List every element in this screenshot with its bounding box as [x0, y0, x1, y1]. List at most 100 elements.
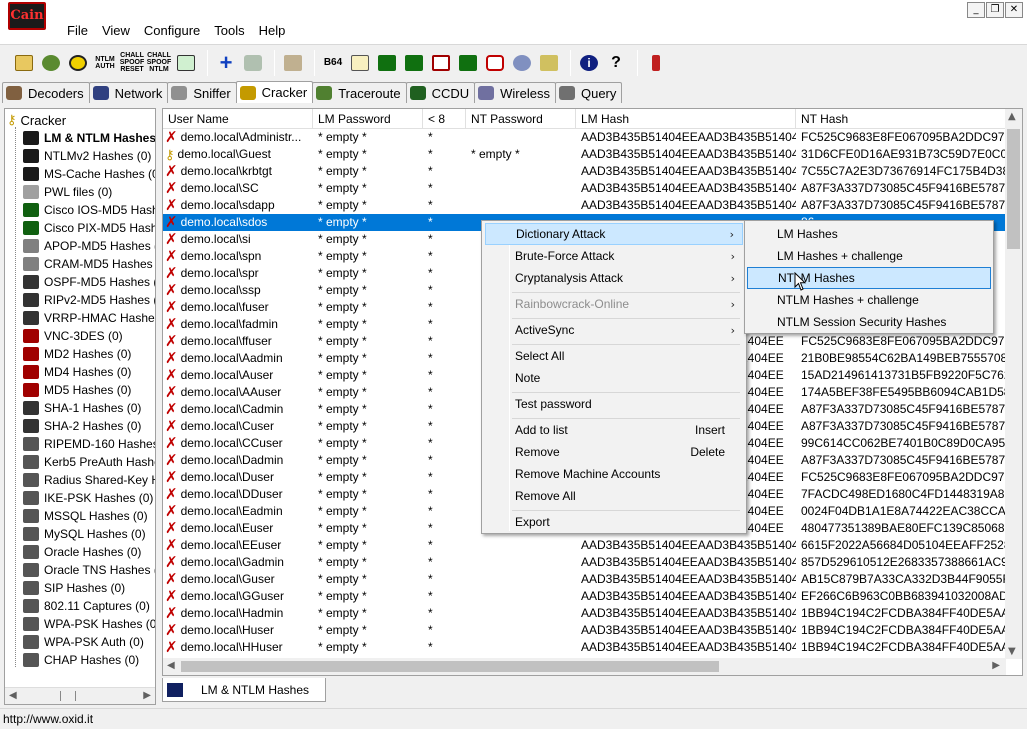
menu-item-test-password[interactable]: Test password — [485, 393, 743, 415]
tree-item[interactable]: WPA-PSK Hashes (0) — [23, 615, 155, 633]
tree-item[interactable]: VRRP-HMAC Hashes — [23, 309, 155, 327]
scroll-right-icon[interactable]: ▶ — [143, 690, 151, 701]
ntlm-auth-icon[interactable]: NTLM AUTH — [93, 51, 117, 75]
tree-item[interactable]: 802.11 Captures (0) — [23, 597, 150, 615]
column-header[interactable]: NT Hash — [796, 109, 1006, 128]
tree-item[interactable]: OSPF-MD5 Hashes (0 — [23, 273, 155, 291]
submenu-item-ntlm-session-security-hashes[interactable]: NTLM Session Security Hashes — [747, 311, 991, 333]
tree-item[interactable]: RIPEMD-160 Hashes — [23, 435, 155, 453]
tree-item[interactable]: RIPv2-MD5 Hashes (0 — [23, 291, 155, 309]
tree-item[interactable]: SHA-2 Hashes (0) — [23, 417, 141, 435]
chall-spoof-reset-icon[interactable]: CHALL SPOOF RESET — [120, 51, 145, 75]
tree-item[interactable]: MS-Cache Hashes (0 — [23, 165, 155, 183]
document-tab[interactable]: LM & NTLM Hashes — [162, 678, 326, 702]
menu-item-remove-all[interactable]: Remove All — [485, 485, 743, 507]
table-row[interactable]: ✗ demo.local\Gadmin * empty * * AAD3B435B514… — [163, 554, 1006, 571]
table-row[interactable]: ✗ demo.local\Hadmin * empty * * AAD3B435B514… — [163, 605, 1006, 622]
column-header[interactable]: LM Password — [313, 109, 423, 128]
tree-item[interactable]: Oracle TNS Hashes (( — [23, 561, 155, 579]
edit-icon[interactable] — [348, 51, 372, 75]
submenu-item-lm-hashes[interactable]: LM Hashes — [747, 223, 991, 245]
exit-icon[interactable] — [644, 51, 668, 75]
scroll-thumb[interactable] — [60, 691, 76, 701]
tab-ccdu[interactable]: CCDU — [405, 82, 476, 103]
column-header[interactable]: LM Hash — [576, 109, 796, 128]
tree-item[interactable]: CHAP Hashes (0) — [23, 651, 139, 669]
tree-horizontal-scrollbar[interactable]: ◀ ▶ — [5, 687, 155, 704]
rainbow-icon[interactable] — [456, 51, 480, 75]
horizontal-scrollbar[interactable]: ◀ ▶ — [163, 658, 1006, 675]
table-row[interactable]: ✗ demo.local\SC * empty * * AAD3B435B51404EE… — [163, 180, 1006, 197]
column-header[interactable]: < 8 — [423, 109, 466, 128]
scroll-down-icon[interactable]: ▼ — [1008, 646, 1016, 657]
tab-decoders[interactable]: Decoders — [2, 82, 90, 103]
menu-item-note[interactable]: Note — [485, 367, 743, 389]
tree-item[interactable]: VNC-3DES (0) — [23, 327, 123, 345]
menu-tools[interactable]: Tools — [207, 22, 251, 40]
tab-query[interactable]: Query — [554, 82, 623, 103]
menu-item-add-to-list[interactable]: Add to list Insert — [485, 419, 743, 441]
table-row[interactable]: ✗ demo.local\Administr... * empty * * AAD3B4… — [163, 129, 1006, 146]
tab-network[interactable]: Network — [88, 82, 169, 103]
table-row[interactable]: ✗ demo.local\EEuser * empty * * AAD3B435B514… — [163, 537, 1006, 554]
tab-sniffer[interactable]: Sniffer — [167, 82, 237, 103]
tab-cracker[interactable]: Cracker — [235, 81, 314, 103]
submenu-item-ntlm-hashes[interactable]: NTLM Hashes — [747, 267, 991, 289]
scroll-thumb[interactable] — [1007, 129, 1020, 249]
radiation-icon[interactable] — [66, 51, 90, 75]
tree-item[interactable]: MD4 Hashes (0) — [23, 363, 131, 381]
table-row[interactable]: ✗ demo.local\Guser * empty * * AAD3B435B5140… — [163, 571, 1006, 588]
tree-item[interactable]: MD5 Hashes (0) — [23, 381, 131, 399]
table-row[interactable]: ✗ demo.local\Huser * empty * * AAD3B435B5140… — [163, 622, 1006, 639]
menu-item-export[interactable]: Export — [485, 511, 743, 533]
open-icon[interactable] — [12, 51, 36, 75]
brute-icon[interactable] — [402, 51, 426, 75]
table-row[interactable]: ✗ demo.local\krbtgt * empty * * AAD3B435B514… — [163, 163, 1006, 180]
tree-item[interactable]: Cisco IOS-MD5 Hash — [23, 201, 155, 219]
scroll-left-icon[interactable]: ◀ — [9, 690, 17, 701]
tree-item[interactable]: Cisco PIX-MD5 Hash — [23, 219, 155, 237]
menu-file[interactable]: File — [60, 22, 95, 40]
key-icon[interactable] — [537, 51, 561, 75]
b64-icon[interactable]: B64 — [321, 51, 345, 75]
tree-item[interactable]: WPA-PSK Auth (0) — [23, 633, 144, 651]
filter-icon[interactable] — [281, 51, 305, 75]
network-icon[interactable] — [510, 51, 534, 75]
menu-item-remove-machine-accounts[interactable]: Remove Machine Accounts — [485, 463, 743, 485]
vertical-scrollbar[interactable]: ▲ ▼ — [1005, 109, 1022, 659]
close-button[interactable]: ✕ — [1005, 2, 1023, 18]
tree-item[interactable]: SHA-1 Hashes (0) — [23, 399, 141, 417]
tree-item[interactable]: Kerb5 PreAuth Hashe — [23, 453, 155, 471]
table-row[interactable]: ✗ demo.local\sdapp * empty * * AAD3B435B5140… — [163, 197, 1006, 214]
menu-configure[interactable]: Configure — [137, 22, 207, 40]
tree-item[interactable]: NTLMv2 Hashes (0) — [23, 147, 151, 165]
tree-item[interactable]: APOP-MD5 Hashes ( — [23, 237, 155, 255]
tab-wireless[interactable]: Wireless — [474, 82, 556, 103]
scroll-left-icon[interactable]: ◀ — [167, 660, 175, 671]
tab-traceroute[interactable]: Traceroute — [312, 82, 407, 103]
tree-item[interactable]: MSSQL Hashes (0) — [23, 507, 148, 525]
crypt-icon[interactable] — [429, 51, 453, 75]
tree-item[interactable]: LM & NTLM Hashes — [23, 129, 155, 147]
scroll-thumb[interactable] — [181, 661, 719, 672]
monitor-icon[interactable] — [174, 51, 198, 75]
menu-item-dictionary-attack[interactable]: Dictionary Attack › — [485, 223, 743, 245]
restore-button[interactable]: ❐ — [986, 2, 1004, 18]
tree-item[interactable]: MD2 Hashes (0) — [23, 345, 131, 363]
nuke-icon[interactable] — [39, 51, 63, 75]
table-row[interactable]: ⚷ demo.local\Guest * empty * * * empty * AAD3… — [163, 146, 1006, 163]
tree-item[interactable]: SIP Hashes (0) — [23, 579, 125, 597]
submenu-item-lm-hashes-challenge[interactable]: LM Hashes + challenge — [747, 245, 991, 267]
info-icon[interactable]: i — [577, 51, 601, 75]
menu-view[interactable]: View — [95, 22, 137, 40]
column-header[interactable]: NT Password — [466, 109, 576, 128]
tree-item[interactable]: CRAM-MD5 Hashes ( — [23, 255, 155, 273]
minimize-button[interactable]: _ — [967, 2, 985, 18]
scroll-up-icon[interactable]: ▲ — [1008, 111, 1016, 122]
menu-item-cryptanalysis-attack[interactable]: Cryptanalysis Attack › — [485, 267, 743, 289]
help-icon[interactable]: ? — [604, 51, 628, 75]
add-icon[interactable]: + — [214, 51, 238, 75]
dict-icon[interactable] — [375, 51, 399, 75]
table-row[interactable]: ✗ demo.local\GGuser * empty * * AAD3B435B514… — [163, 588, 1006, 605]
menu-item-brute-force-attack[interactable]: Brute-Force Attack › — [485, 245, 743, 267]
